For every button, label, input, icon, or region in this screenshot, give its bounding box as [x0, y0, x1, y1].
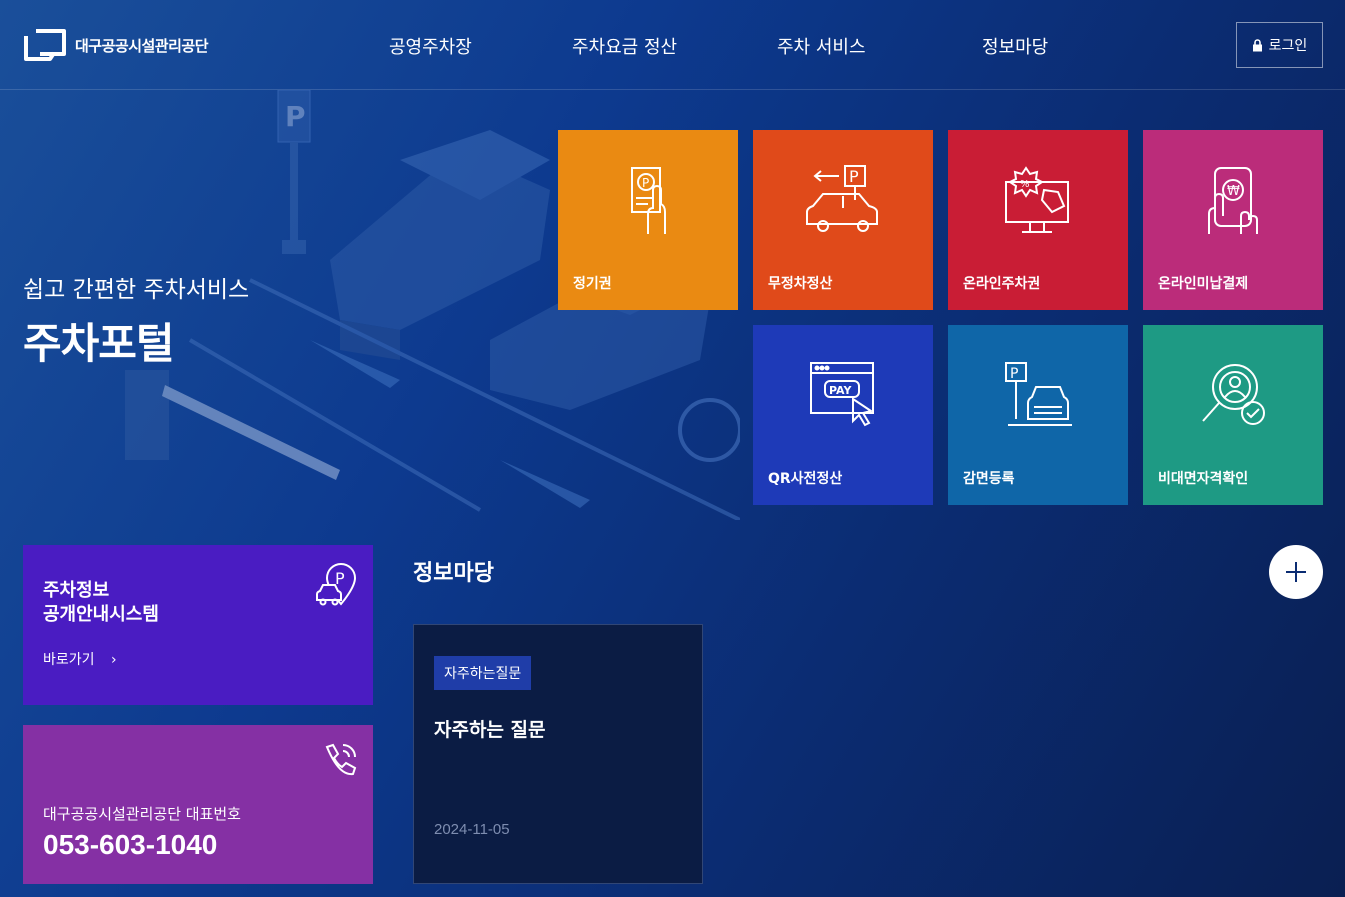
tile-label: 무정차정산 [768, 276, 833, 292]
nav-public-parking[interactable]: 공영주차장 [389, 33, 472, 59]
logo-mark-icon [24, 29, 66, 61]
car-parking-icon: P [806, 165, 878, 232]
hero-title: 주차포털 [23, 319, 175, 368]
svg-text:P: P [1010, 366, 1018, 382]
chevron-right-icon: › [110, 652, 117, 668]
tile-online-ticket[interactable]: % 온라인주차권 [948, 130, 1128, 310]
tile-label: QR사전정산 [768, 471, 843, 487]
phone-card: 대구공공시설관리공단 대표번호 053-603-1040 [23, 725, 373, 884]
plus-icon [1286, 562, 1306, 582]
shortcut-link[interactable]: 바로가기 › [43, 649, 117, 669]
nav-info[interactable]: 정보마당 [982, 33, 1048, 59]
login-button[interactable]: 로그인 [1236, 22, 1323, 68]
svg-text:P: P [642, 176, 649, 190]
pay-window-icon: PAY [810, 362, 874, 427]
lock-icon [1252, 38, 1262, 51]
svg-text:%: % [1020, 179, 1030, 190]
parking-info-title-line2: 공개안내시스템 [43, 604, 159, 625]
parking-info-title: 주차정보 공개안내시스템 [43, 579, 159, 627]
tile-label: 온라인주차권 [963, 276, 1041, 292]
tile-label: 온라인미납결제 [1158, 276, 1249, 292]
phone-icon [325, 743, 357, 776]
tile-label: 정기권 [573, 276, 612, 292]
parking-pass-icon: P [631, 167, 666, 234]
tile-qr-prepay[interactable]: PAY QR사전정산 [753, 325, 933, 505]
parked-car-icon: P [1005, 362, 1072, 426]
tile-identity-check[interactable]: 비대면자격확인 [1143, 325, 1323, 505]
shortcut-label: 바로가기 [43, 652, 95, 668]
tile-season-pass[interactable]: P 정기권 [558, 130, 738, 310]
info-section-title: 정보마당 [413, 561, 494, 586]
parking-location-icon: P [316, 562, 357, 606]
faq-badge: 자주하는질문 [434, 656, 532, 690]
more-button[interactable] [1269, 545, 1323, 599]
parking-info-card[interactable]: 주차정보 공개안내시스템 바로가기 › P [23, 545, 373, 705]
tile-reduction-register[interactable]: P 감면등록 [948, 325, 1128, 505]
discount-monitor-icon: % [1005, 166, 1069, 233]
tile-label: 감면등록 [963, 471, 1015, 487]
faq-card[interactable]: 자주하는질문 자주하는 질문 2024-11-05 [413, 624, 703, 884]
hero-subtitle: 쉽고 간편한 주차서비스 [23, 277, 250, 303]
faq-title: 자주하는 질문 [434, 719, 546, 741]
svg-text:P: P [849, 167, 859, 186]
nav-parking-service[interactable]: 주차 서비스 [777, 33, 866, 59]
identity-check-icon [1202, 364, 1265, 425]
tile-label: 비대면자격확인 [1158, 471, 1249, 487]
svg-text:P: P [335, 569, 345, 588]
nav-parking-fee[interactable]: 주차요금 정산 [572, 33, 677, 59]
logo[interactable]: 대구공공시설관리공단 [23, 28, 209, 62]
site-header: 대구공공시설관리공단 공영주차장 주차요금 정산 주차 서비스 정보마당 로그인 [0, 0, 1345, 90]
parking-info-title-line1: 주차정보 [43, 580, 110, 601]
svg-text:PAY: PAY [829, 384, 853, 397]
tile-nonstop-payment[interactable]: P 무정차정산 [753, 130, 933, 310]
phone-number[interactable]: 053-603-1040 [43, 829, 217, 861]
logo-text: 대구공공시설관리공단 [75, 36, 209, 55]
svg-text:₩: ₩ [1227, 184, 1240, 199]
svg-text:P: P [285, 100, 306, 133]
tile-online-unpaid[interactable]: ₩ 온라인미납결제 [1143, 130, 1323, 310]
login-label: 로그인 [1268, 38, 1308, 54]
phone-label: 대구공공시설관리공단 대표번호 [43, 805, 241, 823]
faq-date: 2024-11-05 [434, 821, 510, 838]
mobile-pay-icon: ₩ [1208, 167, 1258, 234]
